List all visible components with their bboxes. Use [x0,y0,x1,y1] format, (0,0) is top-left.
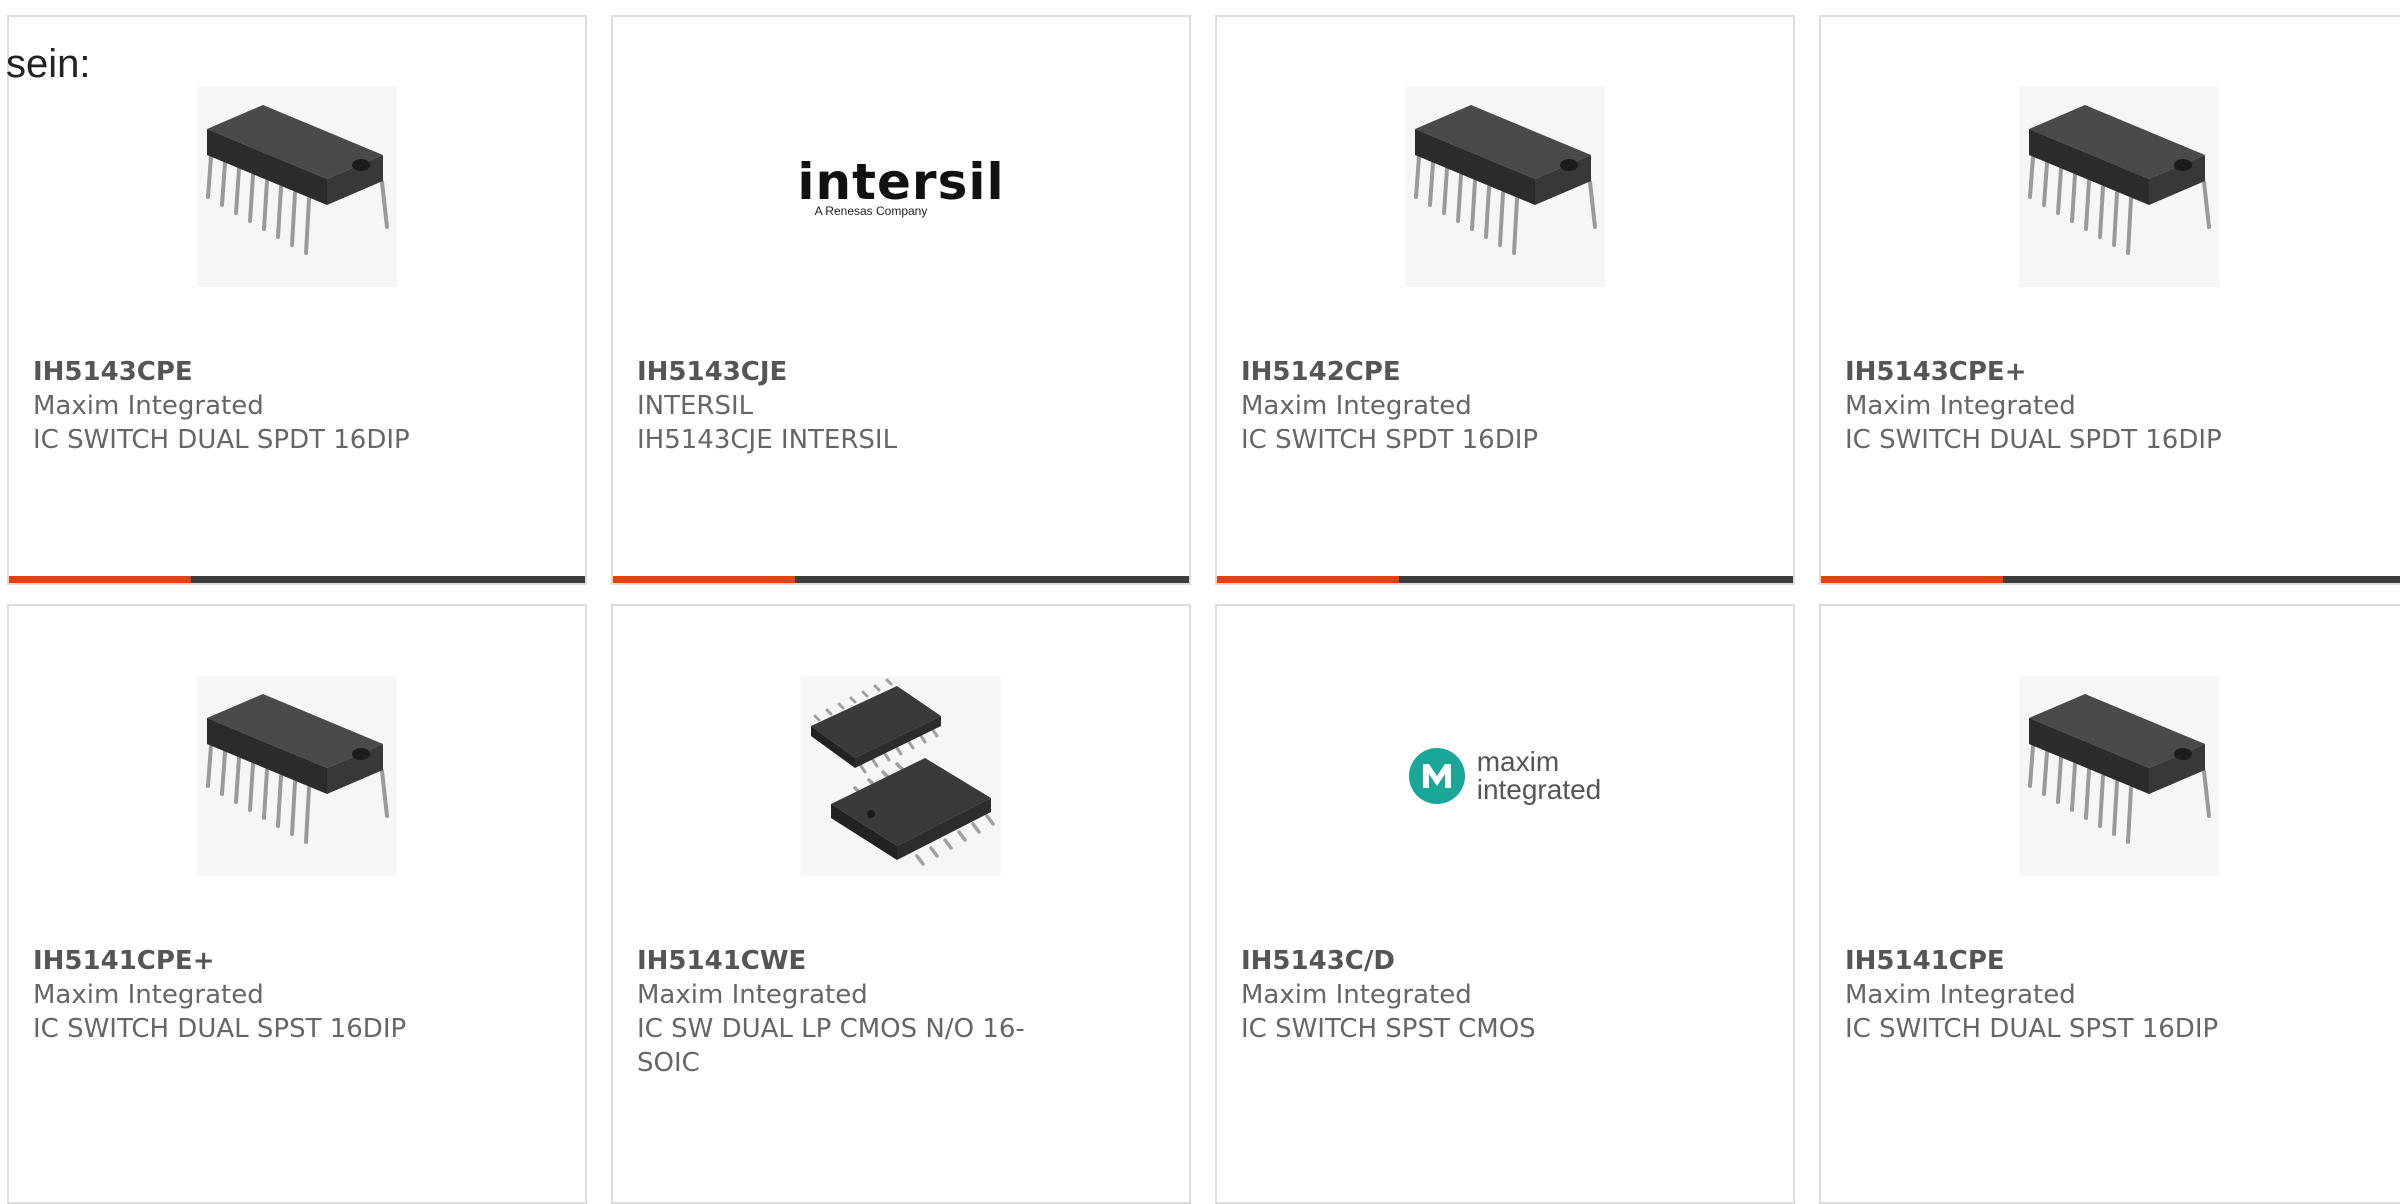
card-bar-accent [9,576,191,583]
description: IC SWITCH DUAL SPST 16DIP [1845,1014,2219,1044]
product-card[interactable]: IH5142CPE Maxim Integrated IC SWITCH SPD… [1215,15,1795,585]
manufacturer: INTERSIL [637,391,754,421]
card-bar [1821,576,2400,583]
part-number[interactable]: IH5141CPE+ [33,944,453,978]
maxim-logo-line1: maxim [1476,746,1560,777]
product-image [1821,676,2400,876]
intersil-logo-word: intersil [797,153,1005,211]
description: IH5143CJE INTERSIL [637,425,898,455]
card-bar [9,576,585,583]
description: IC SWITCH DUAL SPDT 16DIP [1845,425,2222,455]
card-bar-accent [1217,576,1399,583]
manufacturer: Maxim Integrated [1241,980,1472,1010]
manufacturer: Maxim Integrated [33,980,264,1010]
product-card[interactable]: IH5141CWE Maxim Integrated IC SW DUAL LP… [611,604,1191,1204]
dip-16-chip-icon [2019,87,2219,287]
product-card[interactable]: intersil A Renesas Company IH5143CJE INT… [611,15,1191,585]
dip-16-chip-icon [197,676,397,876]
dip-16-chip-icon [1405,87,1605,287]
manufacturer: Maxim Integrated [1845,980,2076,1010]
description: IC SWITCH SPST CMOS [1241,1014,1536,1044]
product-card[interactable]: IH5141CPE+ Maxim Integrated IC SWITCH DU… [7,604,587,1204]
part-number[interactable]: IH5141CWE [637,944,1057,978]
maxim-integrated-logo: maxim integrated [1408,746,1602,805]
part-number[interactable]: IH5143CPE [33,355,453,389]
description: IC SWITCH DUAL SPDT 16DIP [33,425,410,455]
card-bar-accent [613,576,795,583]
part-number[interactable]: IH5143C/D [1241,944,1661,978]
description: IC SW DUAL LP CMOS N/O 16-SOIC [637,1014,1025,1078]
part-number[interactable]: IH5143CJE [637,355,1057,389]
manufacturer: Maxim Integrated [33,391,264,421]
product-card[interactable]: maxim integrated IH5143C/D Maxim Integra… [1215,604,1795,1204]
part-number[interactable]: IH5143CPE+ [1845,355,2265,389]
card-bar-accent [1821,576,2003,583]
description: IC SWITCH SPDT 16DIP [1241,425,1539,455]
dip-16-chip-icon [197,87,397,287]
intersil-logo: intersil A Renesas Company [797,157,1004,217]
maxim-logo-mark-icon [1408,748,1465,804]
page-label: sein: [6,42,91,86]
product-image [1821,87,2400,287]
product-image [613,676,1189,876]
soic-16-chip-icon [801,676,1001,876]
part-number[interactable]: IH5141CPE [1845,944,2265,978]
maxim-logo-line2: integrated [1476,774,1602,805]
product-image [9,87,585,287]
product-image: intersil A Renesas Company [613,87,1189,287]
product-card[interactable]: IH5141CPE Maxim Integrated IC SWITCH DUA… [1819,604,2400,1204]
product-card[interactable]: IH5143CPE+ Maxim Integrated IC SWITCH DU… [1819,15,2400,585]
product-image [9,676,585,876]
card-bar [613,576,1189,583]
part-number[interactable]: IH5142CPE [1241,355,1661,389]
dip-16-chip-icon [2019,676,2219,876]
manufacturer: Maxim Integrated [637,980,868,1010]
description: IC SWITCH DUAL SPST 16DIP [33,1014,407,1044]
manufacturer: Maxim Integrated [1845,391,2076,421]
card-bar [1217,576,1793,583]
product-image [1217,87,1793,287]
product-card[interactable]: IH5143CPE Maxim Integrated IC SWITCH DUA… [7,15,587,585]
product-image: maxim integrated [1217,676,1793,876]
manufacturer: Maxim Integrated [1241,391,1472,421]
